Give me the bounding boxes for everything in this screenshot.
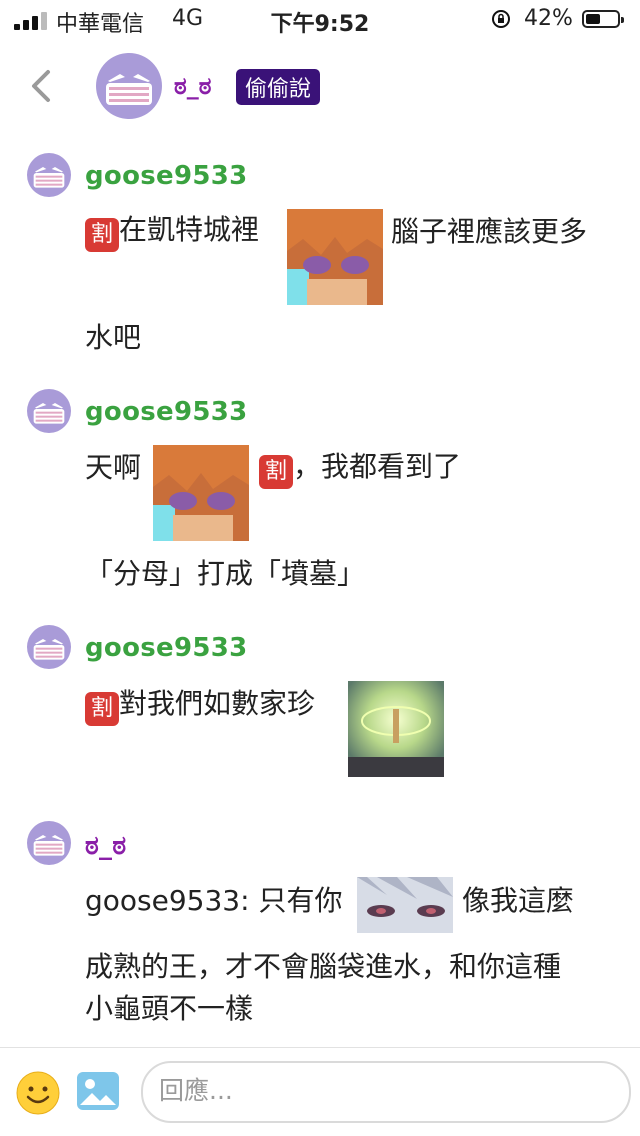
message-text: 割對我們如數家珍	[85, 682, 315, 726]
header-badge: 偷偷說	[236, 69, 321, 105]
cut-emoji-icon: 割	[259, 455, 293, 489]
emoji-icon[interactable]	[16, 1071, 60, 1115]
message-author[interactable]: ಠ_ಠ	[85, 831, 126, 862]
message-author[interactable]: goose9533	[85, 633, 248, 663]
reply-input[interactable]	[157, 1075, 601, 1106]
header-name[interactable]: ಠ_ಠ	[174, 72, 211, 100]
battery-percent: 42%	[524, 6, 573, 31]
status-bar: 中華電信 4G 下午9:52 42%	[0, 0, 640, 40]
message-text: 天啊	[85, 451, 142, 484]
cut-emoji-icon: 割	[85, 218, 119, 252]
cut-emoji-icon: 割	[85, 692, 119, 726]
image-icon[interactable]	[76, 1071, 120, 1111]
sticker-image[interactable]	[357, 877, 453, 933]
message-author[interactable]: goose9533	[85, 161, 248, 191]
reply-field[interactable]	[141, 1061, 631, 1123]
message-text: goose9533: 只有你	[85, 884, 343, 917]
message-text: 小龜頭不一樣	[85, 992, 254, 1025]
message-text: 腦子裡應該更多	[391, 215, 588, 248]
orientation-lock-icon	[492, 10, 510, 28]
sticker-image[interactable]	[287, 209, 383, 305]
divider	[0, 1047, 640, 1048]
message-text: 割，我都看到了	[259, 445, 461, 489]
avatar[interactable]	[27, 821, 71, 865]
back-chevron-icon[interactable]	[24, 66, 60, 106]
sticker-image[interactable]	[348, 681, 444, 777]
avatar[interactable]	[27, 625, 71, 669]
message-text: 「分母」打成「墳墓」	[85, 557, 366, 590]
message-author[interactable]: goose9533	[85, 397, 248, 427]
message-text: 成熟的王，才不會腦袋進水，和你這種	[85, 950, 562, 983]
avatar[interactable]	[27, 389, 71, 433]
avatar[interactable]	[27, 153, 71, 197]
message-text: 水吧	[85, 321, 142, 354]
battery-icon	[582, 10, 624, 28]
message-text: 像我這麼	[462, 884, 575, 917]
avatar[interactable]	[96, 53, 162, 119]
message-text: 割在凱特城裡	[85, 208, 259, 252]
sticker-image[interactable]	[153, 445, 249, 541]
